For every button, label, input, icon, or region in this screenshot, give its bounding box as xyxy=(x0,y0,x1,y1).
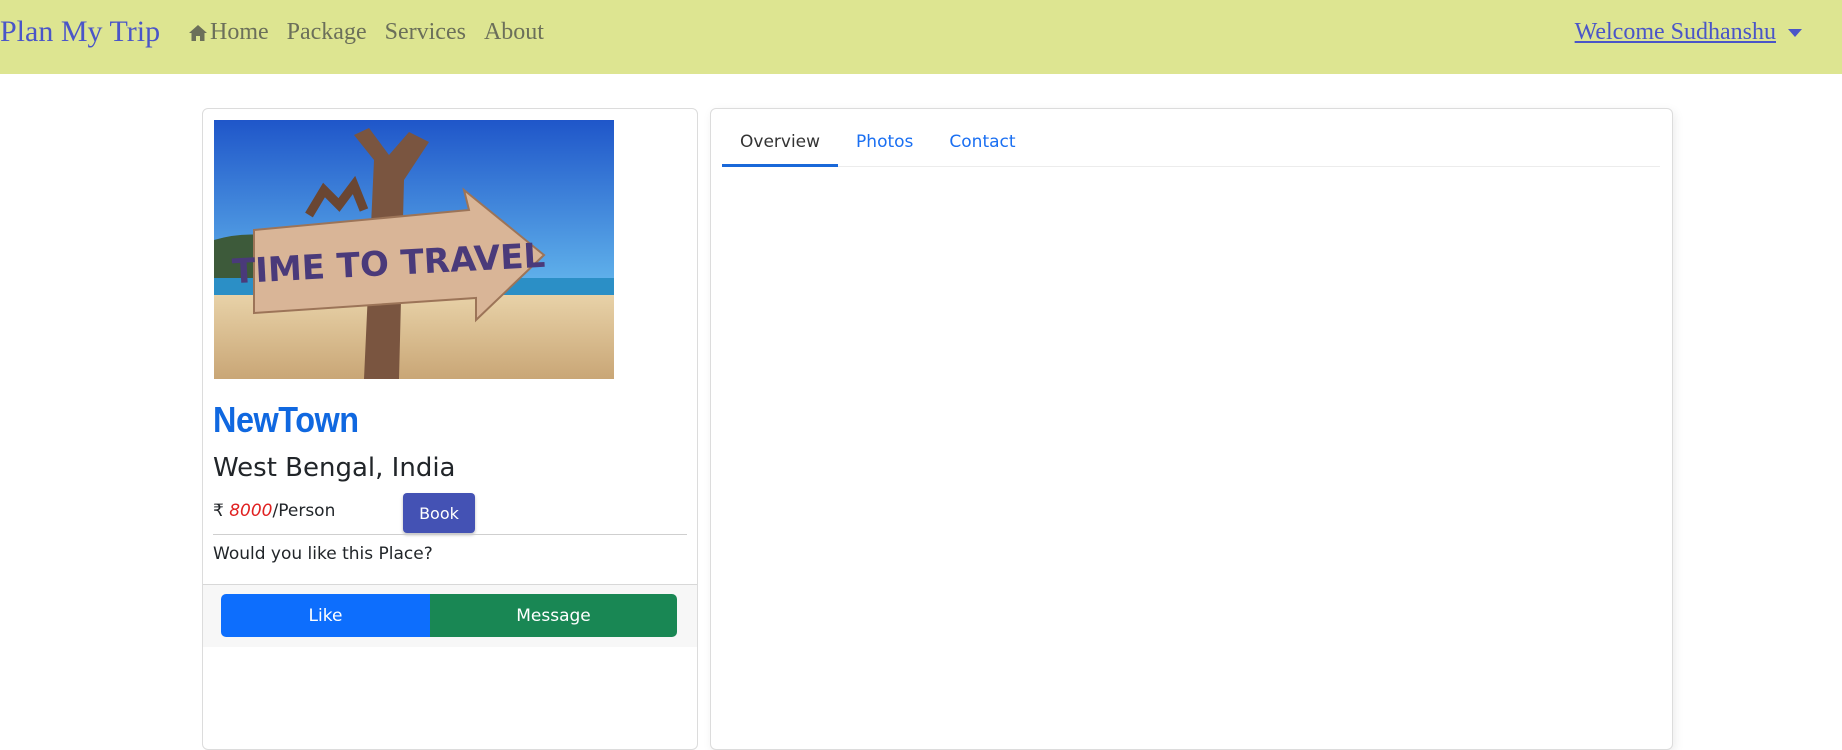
user-dropdown[interactable]: Welcome Sudhanshu xyxy=(1575,19,1802,46)
place-name: NewTown xyxy=(213,399,359,440)
brand-link[interactable]: Plan My Trip xyxy=(0,15,160,49)
nav-links: Home Package Services About xyxy=(188,19,562,46)
place-card: TIME TO TRAVEL NewTown West Bengal, Indi… xyxy=(202,108,698,750)
home-icon xyxy=(189,24,207,41)
place-image: TIME TO TRAVEL xyxy=(214,120,614,379)
details-card: Overview Photos Contact xyxy=(710,108,1673,750)
action-button-group: Like Message xyxy=(221,594,677,637)
tab-overview[interactable]: Overview xyxy=(722,124,839,167)
navbar: Plan My Trip Home Package Services About… xyxy=(0,0,1842,74)
currency-symbol: ₹ xyxy=(213,501,224,521)
like-button[interactable]: Like xyxy=(221,594,430,637)
tab-contact[interactable]: Contact xyxy=(931,124,1033,164)
caret-down-icon xyxy=(1788,28,1802,37)
like-question: Would you like this Place? xyxy=(213,544,433,564)
price-line: ₹ 8000/Person xyxy=(213,501,335,521)
details-tabs: Overview Photos Contact xyxy=(722,124,1660,167)
nav-link-home-label: Home xyxy=(210,19,269,45)
nav-link-package[interactable]: Package xyxy=(287,19,367,46)
divider xyxy=(213,534,687,535)
place-location: West Bengal, India xyxy=(213,453,456,483)
nav-link-about[interactable]: About xyxy=(484,19,544,46)
welcome-text: Welcome Sudhanshu xyxy=(1574,19,1776,45)
nav-link-home[interactable]: Home xyxy=(188,19,269,46)
travel-sign-picture: TIME TO TRAVEL xyxy=(214,120,614,379)
book-button[interactable]: Book xyxy=(403,493,475,533)
price-value: 8000 xyxy=(229,501,273,521)
tab-photos[interactable]: Photos xyxy=(838,124,931,164)
nav-link-services[interactable]: Services xyxy=(385,19,466,46)
price-unit: /Person xyxy=(272,501,336,521)
card-footer: Like Message xyxy=(203,584,697,647)
message-button[interactable]: Message xyxy=(430,594,677,637)
